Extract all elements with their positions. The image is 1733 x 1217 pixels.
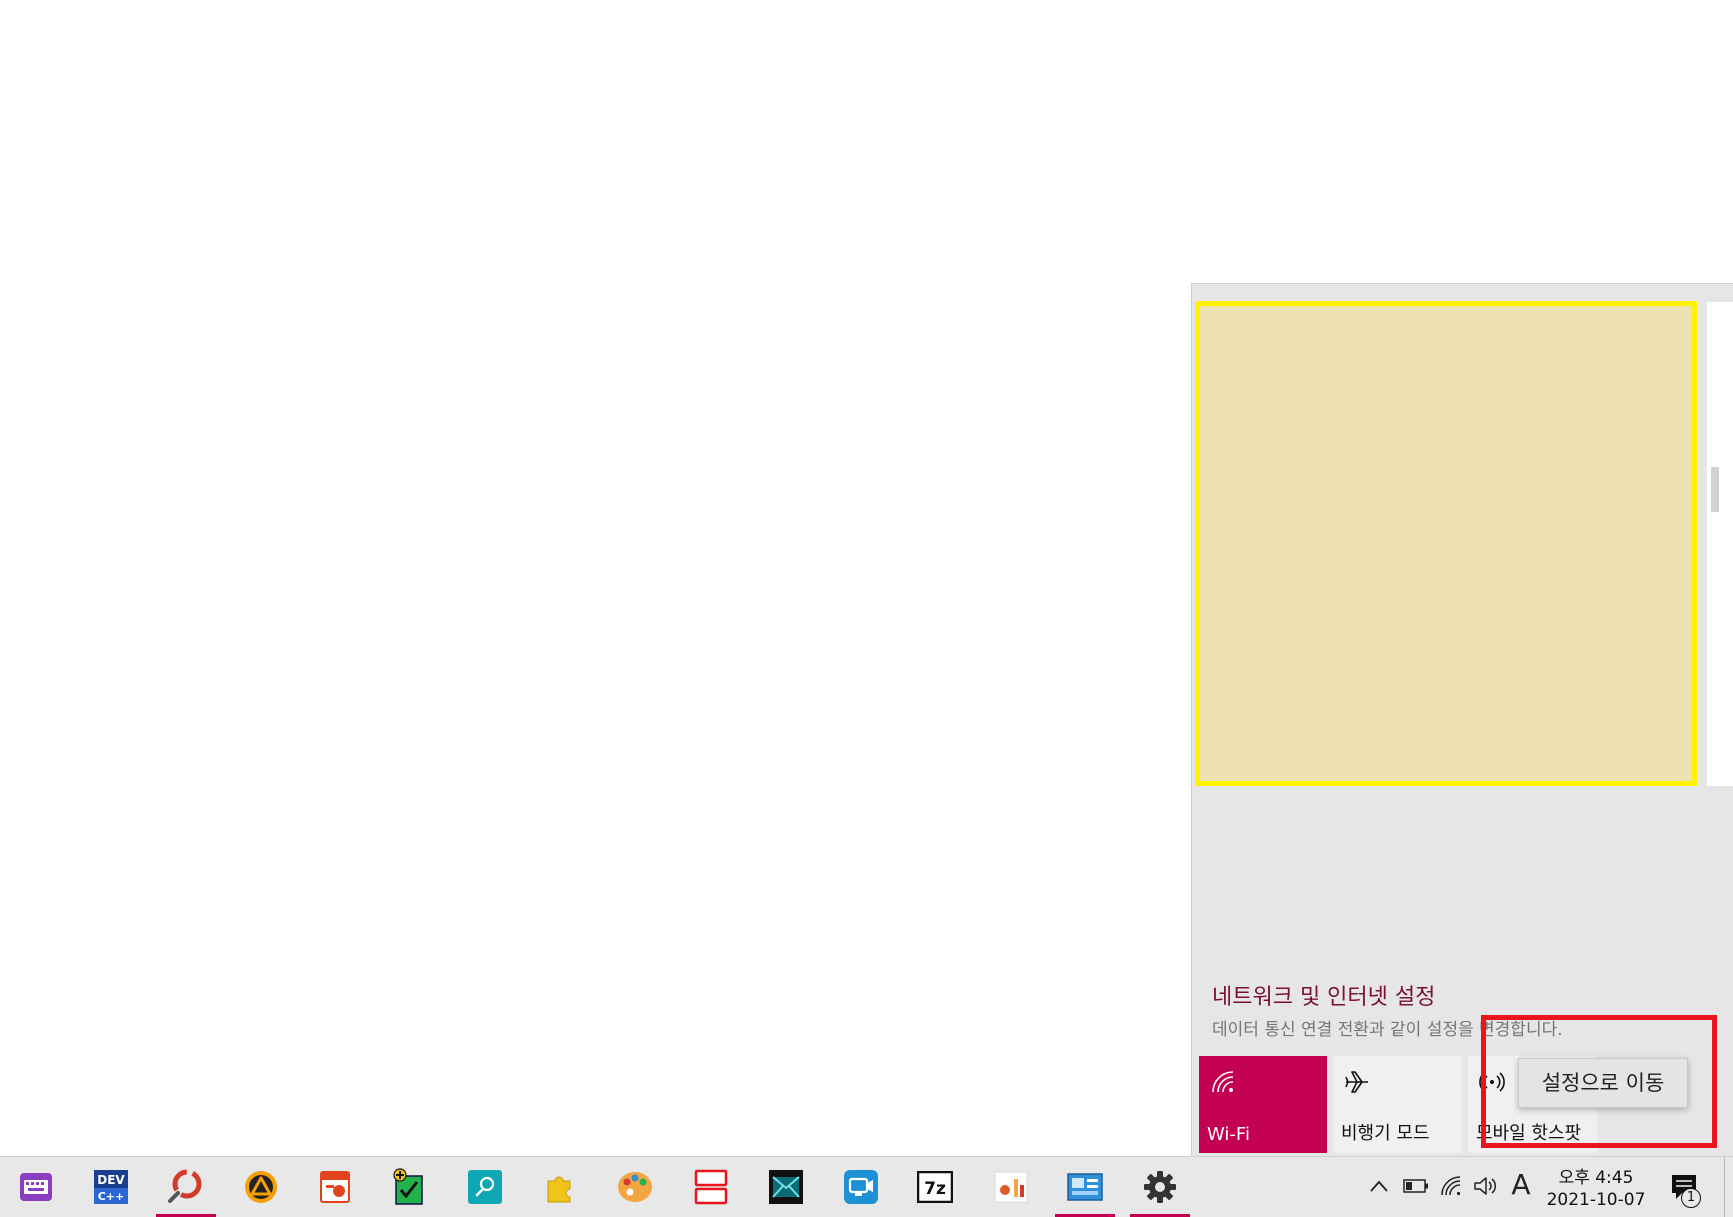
control-panel-app-button[interactable]	[1055, 1157, 1115, 1217]
network-flyout: 네트워크 및 인터넷 설정 데이터 통신 연결 전환과 같이 설정을 변경합니다…	[1191, 283, 1733, 1156]
control-panel-app-icon	[1067, 1173, 1103, 1201]
puzzle-app-button[interactable]	[530, 1157, 590, 1217]
screen-recorder-app-icon	[844, 1170, 878, 1204]
hotspot-tile-label: 모바일 핫스팟	[1476, 1123, 1582, 1144]
airplane-icon	[1345, 1071, 1368, 1093]
7zip-app-button[interactable]: 7z	[905, 1157, 965, 1217]
notification-count-badge: 1	[1681, 1188, 1701, 1208]
scroll-thumb[interactable]	[1711, 467, 1719, 512]
split-app-icon	[694, 1169, 728, 1205]
scroll-track[interactable]	[1707, 302, 1733, 786]
wifi-tray-icon	[1441, 1176, 1461, 1196]
battery-tray-button[interactable]	[1401, 1171, 1431, 1201]
speaker-icon	[1474, 1177, 1497, 1195]
checklist-app-icon	[393, 1168, 423, 1205]
hancom-show-app-icon	[320, 1171, 350, 1203]
mail-app-button[interactable]	[756, 1157, 816, 1217]
photoscape-app-icon	[168, 1169, 202, 1203]
settings-app-icon	[1144, 1171, 1176, 1203]
network-list-area	[1195, 301, 1697, 786]
wifi-toggle-tile[interactable]: Wi-Fi	[1199, 1056, 1327, 1153]
battery-icon	[1403, 1179, 1428, 1193]
airplane-tile-label: 비행기 모드	[1341, 1123, 1430, 1144]
clock-time[interactable]: 오후 4:45	[1540, 1163, 1652, 1188]
input-method-indicator[interactable]: A	[1506, 1168, 1536, 1201]
show-hidden-icons-button[interactable]	[1364, 1171, 1394, 1201]
split-app-button[interactable]	[681, 1157, 741, 1217]
screen-recorder-app-button[interactable]	[831, 1157, 891, 1217]
devcpp-app-icon: DEV C++	[94, 1170, 128, 1204]
keyboard-app-icon	[20, 1173, 52, 1201]
svg-text:DEV: DEV	[97, 1173, 125, 1187]
chart-app-icon	[994, 1171, 1028, 1203]
taskbar: DEV C++ 7z A 오후 4:45 2021-10-07 1	[0, 1156, 1733, 1217]
devcpp-app-button[interactable]: DEV C++	[81, 1157, 141, 1217]
paint-app-icon	[618, 1172, 652, 1202]
hancom-show-app-button[interactable]	[305, 1157, 365, 1217]
network-settings-description: 데이터 통신 연결 전환과 같이 설정을 변경합니다.	[1212, 1020, 1563, 1040]
mail-app-icon	[769, 1170, 803, 1204]
clock-date[interactable]: 2021-10-07	[1540, 1190, 1652, 1210]
volume-tray-button[interactable]	[1471, 1171, 1501, 1201]
aimp-app-button[interactable]	[231, 1157, 291, 1217]
show-desktop-button[interactable]	[1724, 1157, 1725, 1217]
search-app-button[interactable]	[455, 1157, 515, 1217]
wifi-icon	[1212, 1071, 1234, 1093]
airplane-mode-tile[interactable]: 비행기 모드	[1333, 1056, 1462, 1153]
settings-app-button[interactable]	[1130, 1157, 1190, 1217]
chevron-up-icon	[1370, 1180, 1388, 1192]
keyboard-app-button[interactable]	[6, 1157, 66, 1217]
wifi-tile-label: Wi-Fi	[1207, 1124, 1250, 1145]
network-settings-link[interactable]: 네트워크 및 인터넷 설정	[1212, 979, 1435, 1011]
go-to-settings-tooltip: 설정으로 이동	[1518, 1058, 1688, 1108]
hotspot-icon	[1479, 1072, 1505, 1092]
aimp-app-icon	[245, 1171, 277, 1203]
paint-app-button[interactable]	[605, 1157, 665, 1217]
search-app-icon	[468, 1170, 502, 1204]
chart-app-button[interactable]	[981, 1157, 1041, 1217]
svg-text:C++: C++	[98, 1190, 125, 1203]
puzzle-app-icon	[547, 1176, 571, 1203]
7zip-app-icon: 7z	[917, 1171, 953, 1203]
svg-text:7z: 7z	[924, 1179, 946, 1199]
photoscape-app-button[interactable]	[156, 1157, 216, 1217]
network-tray-button[interactable]	[1436, 1171, 1466, 1201]
checklist-app-button[interactable]	[378, 1157, 438, 1217]
